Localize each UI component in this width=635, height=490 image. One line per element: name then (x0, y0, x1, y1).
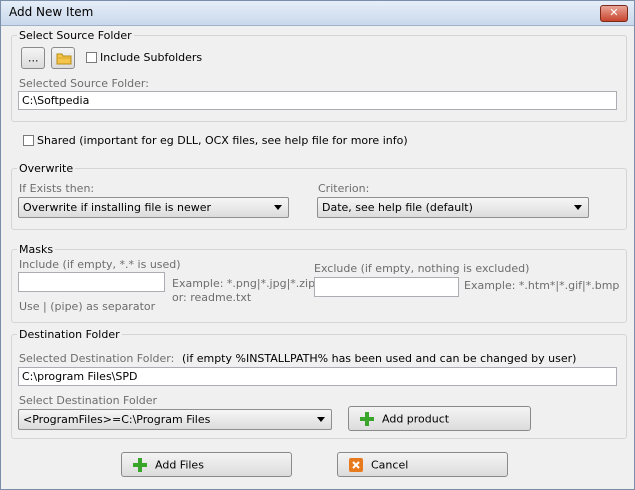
title-bar: Add New Item ✕ (1, 1, 634, 26)
include-subfolders-checkbox[interactable] (86, 52, 97, 63)
browse-label: ... (28, 51, 39, 65)
chevron-down-icon (317, 417, 325, 422)
overwrite-legend: Overwrite (17, 162, 76, 175)
shared-label: Shared (important for eg DLL, OCX files,… (37, 134, 408, 147)
criterion-label: Criterion: (318, 182, 370, 195)
plus-icon (133, 457, 147, 472)
separator-note: Use | (pipe) as separator (19, 300, 156, 313)
shared-checkbox[interactable] (23, 135, 34, 146)
destination-note: (if empty %INSTALLPATH% has been used an… (182, 352, 577, 365)
destination-select[interactable]: <ProgramFiles>=C:\Program Files (18, 409, 332, 430)
destination-folder-input[interactable]: C:\program Files\SPD (18, 367, 617, 386)
folder-icon (56, 53, 72, 65)
masks-legend: Masks (17, 243, 56, 256)
select-destination-label: Select Destination Folder (19, 394, 158, 407)
add-product-label: Add product (382, 412, 450, 425)
selected-destination-label: Selected Destination Folder: (19, 352, 175, 365)
include-subfolders-label: Include Subfolders (100, 51, 203, 64)
exclude-mask-label: Exclude (if empty, nothing is excluded) (314, 262, 530, 275)
selected-source-label: Selected Source Folder: (19, 77, 149, 90)
add-product-button[interactable]: Add product (348, 406, 531, 431)
include-example-or: or: readme.txt (172, 291, 252, 304)
chevron-down-icon (274, 205, 282, 210)
exclude-example: Example: *.htm*|*.gif|*.bmp (464, 279, 620, 292)
cancel-label: Cancel (371, 458, 409, 471)
add-files-label: Add Files (155, 458, 204, 471)
window-title: Add New Item (9, 5, 94, 19)
if-exists-select[interactable]: Overwrite if installing file is newer (18, 197, 289, 218)
plus-icon (360, 411, 374, 426)
criterion-value: Date, see help file (default) (322, 201, 473, 214)
if-exists-label: If Exists then: (19, 182, 95, 195)
open-folder-button[interactable] (51, 47, 75, 69)
browse-button[interactable]: ... (21, 47, 45, 69)
exclude-mask-input[interactable] (314, 277, 459, 297)
destination-legend: Destination Folder (17, 328, 122, 341)
chevron-down-icon (574, 205, 582, 210)
cancel-icon (349, 457, 363, 472)
source-folder-legend: Select Source Folder (17, 29, 134, 42)
if-exists-value: Overwrite if installing file is newer (23, 201, 212, 214)
add-new-item-window: Add New Item ✕ Select Source Folder ... … (0, 0, 635, 490)
cancel-button[interactable]: Cancel (337, 452, 508, 477)
criterion-select[interactable]: Date, see help file (default) (317, 197, 589, 218)
source-folder-input[interactable]: C:\Softpedia (18, 91, 617, 110)
include-example: Example: *.png|*.jpg|*.zip (172, 277, 316, 290)
include-mask-label: Include (if empty, *.* is used) (19, 258, 181, 271)
close-button[interactable]: ✕ (600, 5, 628, 22)
include-mask-input[interactable] (18, 272, 165, 292)
destination-select-value: <ProgramFiles>=C:\Program Files (23, 413, 211, 426)
add-files-button[interactable]: Add Files (121, 452, 292, 477)
